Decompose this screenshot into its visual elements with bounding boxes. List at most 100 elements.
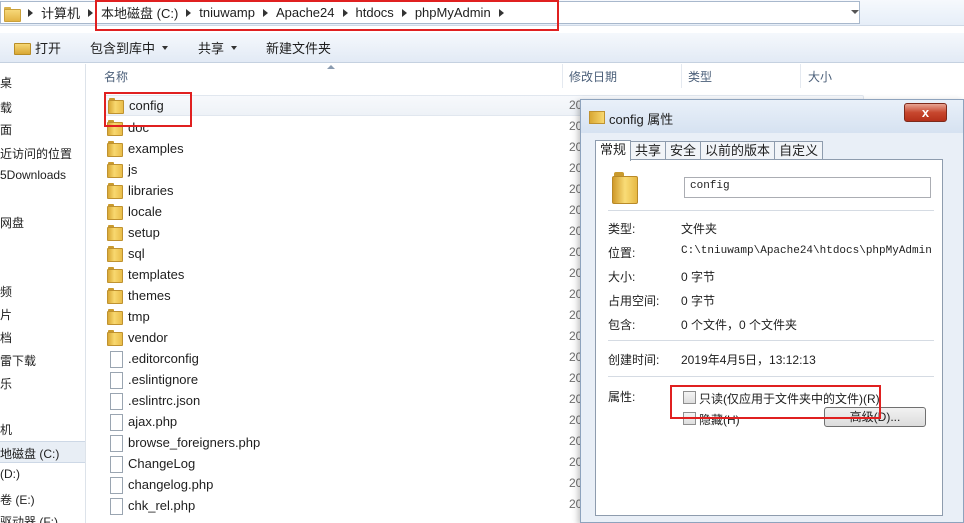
properties-dialog: config 属性 x 常规 共享 安全 以前的版本 自定义 config 类型… — [580, 99, 964, 523]
column-divider[interactable] — [800, 64, 801, 88]
contains-value: 0 个文件，0 个文件夹 — [681, 318, 798, 332]
column-header-size[interactable]: 大小 — [808, 68, 832, 85]
general-tab-panel: config 类型: 文件夹 位置: C:\tniuwamp\Apache24\… — [595, 159, 943, 516]
file-icon — [106, 476, 124, 494]
file-name: setup — [128, 225, 160, 240]
file-name: changelog.php — [128, 477, 214, 492]
file-name: libraries — [128, 183, 174, 198]
dialog-title: config 属性 — [609, 112, 674, 127]
open-button[interactable]: 打开 — [14, 38, 61, 57]
nav-item-computer[interactable]: 机 — [0, 421, 12, 438]
size-value: 0 字节 — [681, 270, 716, 284]
tab-general[interactable]: 常规 — [595, 140, 632, 161]
highlight-box-readonly — [670, 385, 881, 419]
file-name: .eslintignore — [128, 372, 199, 387]
close-button[interactable]: x — [904, 103, 947, 122]
nav-item-drive-e[interactable]: 卷 (E:) — [0, 491, 35, 508]
file-name: ChangeLog — [128, 456, 196, 471]
tab-previous-versions[interactable]: 以前的版本 — [700, 141, 776, 160]
file-icon — [106, 392, 124, 410]
nav-item-netdisk[interactable]: 网盘 — [0, 214, 24, 231]
folder-icon — [106, 330, 124, 346]
column-divider[interactable] — [562, 64, 563, 88]
include-label: 包含到库中 — [90, 41, 156, 56]
nav-item-recent-places[interactable]: 近访问的位置 — [0, 145, 72, 162]
file-name: vendor — [128, 330, 168, 345]
new-folder-button[interactable]: 新建文件夹 — [266, 38, 331, 57]
file-name: .eslintrc.json — [128, 393, 201, 408]
include-in-library-button[interactable]: 包含到库中 — [90, 38, 169, 57]
divider — [608, 376, 934, 377]
file-name: sql — [128, 246, 145, 261]
divider — [608, 210, 934, 211]
nav-item-desktop[interactable]: 桌 — [0, 74, 12, 91]
new-folder-label: 新建文件夹 — [266, 41, 332, 56]
folder-name-input[interactable]: config — [684, 177, 931, 198]
folder-icon — [106, 204, 124, 220]
column-header-modified[interactable]: 修改日期 — [569, 68, 617, 85]
nav-item-drive-f[interactable]: 驱动器 (F:) — [0, 513, 58, 523]
folder-icon — [589, 109, 605, 124]
created-value: 2019年4月5日，13:12:13 — [681, 353, 816, 367]
navigation-pane[interactable]: 桌 载 面 近访问的位置 5Downloads 网盘 频 片 档 雷下载 乐 机… — [0, 64, 86, 523]
folder-icon — [4, 6, 21, 22]
column-header-name[interactable]: 名称 — [104, 68, 128, 85]
type-value: 文件夹 — [681, 222, 718, 236]
chevron-down-icon — [162, 45, 169, 50]
chevron-down-icon — [231, 45, 238, 50]
nav-item-drive-d[interactable]: (D:) — [0, 467, 20, 481]
file-name: tmp — [128, 309, 150, 324]
column-header-type[interactable]: 类型 — [688, 68, 712, 85]
contains-label: 包含: — [608, 318, 636, 332]
share-label: 共享 — [198, 41, 225, 56]
tab-sharing[interactable]: 共享 — [630, 141, 667, 160]
file-icon — [106, 413, 124, 431]
folder-icon — [106, 288, 124, 304]
type-label: 类型: — [608, 222, 636, 236]
address-bar-area: 计算机 本地磁盘 (C:) tniuwamp Apache24 htdocs p… — [0, 0, 964, 31]
column-headers: 名称 修改日期 类型 大小 — [87, 64, 964, 88]
tab-customize[interactable]: 自定义 — [774, 141, 824, 160]
nav-item-5downloads[interactable]: 5Downloads — [0, 168, 66, 182]
nav-item-downloads[interactable]: 载 — [0, 99, 12, 116]
file-name: js — [128, 162, 138, 177]
attributes-label: 属性: — [608, 390, 636, 404]
nav-item-thunder-downloads[interactable]: 雷下载 — [0, 352, 36, 369]
disk-size-value: 0 字节 — [681, 294, 716, 308]
file-name: locale — [128, 204, 162, 219]
file-icon — [106, 497, 124, 515]
nav-item-desktop-2[interactable]: 面 — [0, 121, 12, 138]
crumb-arrow-icon[interactable] — [88, 8, 94, 17]
folder-icon — [106, 246, 124, 262]
file-name: themes — [128, 288, 171, 303]
nav-item-music[interactable]: 乐 — [0, 375, 12, 392]
disk-size-label: 占用空间: — [608, 294, 660, 308]
crumb-arrow-icon[interactable] — [28, 8, 33, 17]
file-icon — [106, 371, 124, 389]
open-icon — [14, 41, 31, 55]
nav-item-drive-c[interactable]: 地磁盘 (C:) — [0, 445, 59, 462]
toolbar: 打开 包含到库中 共享 新建文件夹 — [0, 33, 964, 63]
folder-icon — [106, 141, 124, 157]
nav-item-videos[interactable]: 频 — [0, 283, 12, 300]
folder-icon — [106, 162, 124, 178]
address-dropdown-icon[interactable] — [851, 10, 859, 14]
created-label: 创建时间: — [608, 353, 660, 367]
file-icon — [106, 434, 124, 452]
dialog-titlebar[interactable]: config 属性 x — [581, 100, 963, 133]
file-name: chk_rel.php — [128, 498, 196, 513]
dialog-tabs: 常规 共享 安全 以前的版本 自定义 — [595, 140, 824, 161]
nav-item-documents[interactable]: 档 — [0, 329, 12, 346]
nav-item-pictures[interactable]: 片 — [0, 306, 12, 323]
tab-security[interactable]: 安全 — [665, 141, 702, 160]
crumb-computer[interactable]: 计算机 — [41, 3, 80, 22]
folder-icon — [610, 172, 638, 204]
file-name: examples — [128, 141, 184, 156]
sort-ascending-icon — [327, 65, 335, 69]
share-button[interactable]: 共享 — [198, 38, 238, 57]
file-name: ajax.php — [128, 414, 178, 429]
file-name: .editorconfig — [128, 351, 199, 366]
column-divider[interactable] — [681, 64, 682, 88]
file-name: templates — [128, 267, 185, 282]
folder-icon — [106, 309, 124, 325]
